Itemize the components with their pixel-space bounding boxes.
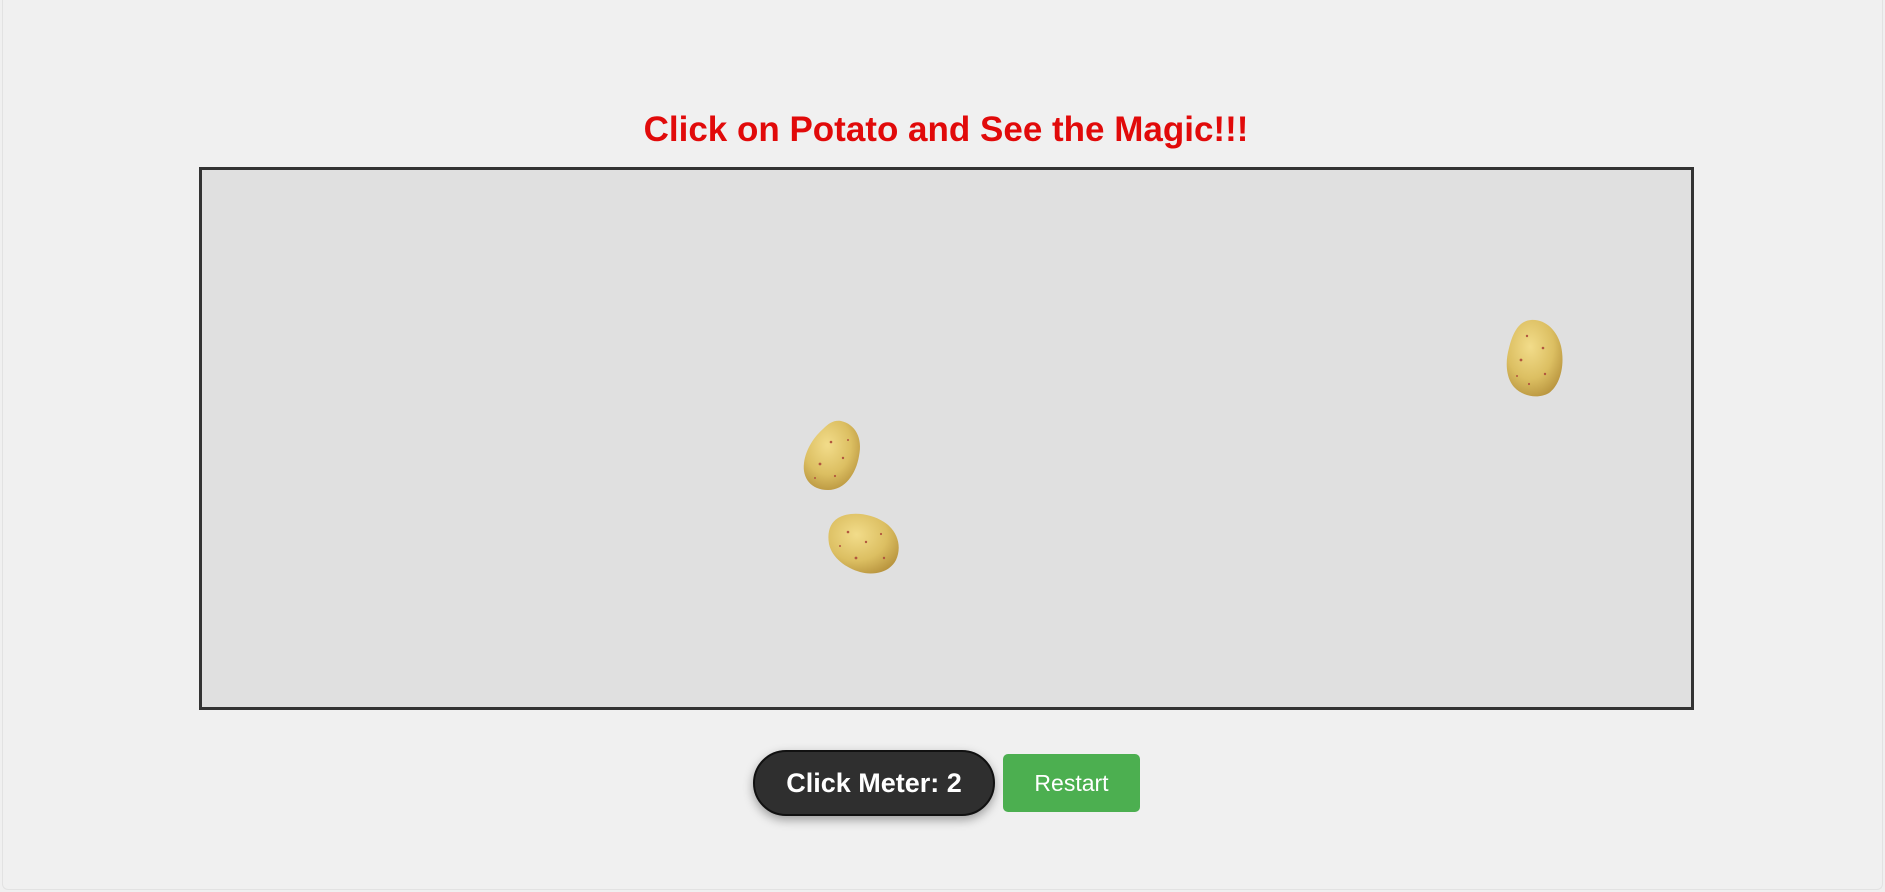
potato-icon[interactable] — [826, 512, 901, 576]
controls-bar: Click Meter: 2 Restart — [753, 749, 1140, 817]
page-title: Click on Potato and See the Magic!!! — [643, 110, 1249, 149]
potato-icon[interactable] — [1505, 318, 1564, 398]
game-area[interactable] — [199, 167, 1694, 710]
restart-button[interactable]: Restart — [1003, 754, 1140, 812]
potato-icon[interactable] — [801, 418, 863, 492]
click-meter: Click Meter: 2 — [753, 750, 995, 816]
